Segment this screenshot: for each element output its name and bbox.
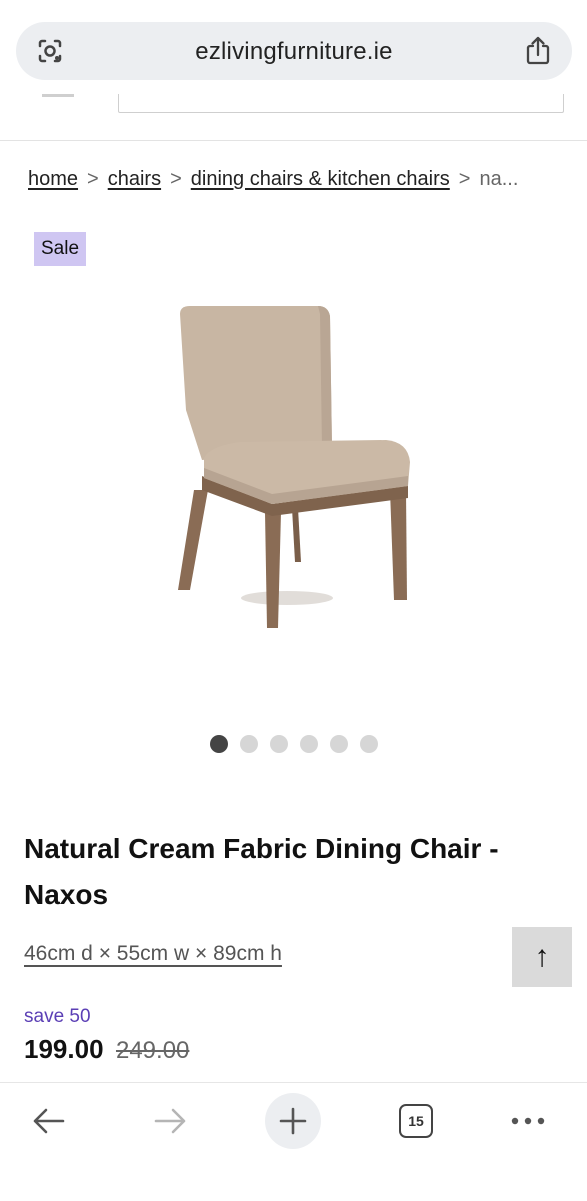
- breadcrumb: home > chairs > dining chairs & kitchen chai…: [28, 168, 573, 191]
- carousel-dot-1[interactable]: [210, 735, 228, 753]
- back-button[interactable]: [20, 1093, 76, 1149]
- carousel-dot-5[interactable]: [330, 735, 348, 753]
- tab-count: 15: [399, 1104, 433, 1138]
- current-price: 199.00: [24, 1034, 104, 1064]
- browser-bottom-toolbar: 15: [0, 1082, 587, 1201]
- header-divider: [0, 140, 587, 141]
- browser-top-bar: ezlivingfurniture.ie: [0, 0, 587, 96]
- site-search-box[interactable]: [118, 94, 564, 113]
- more-menu-button[interactable]: [500, 1093, 556, 1149]
- carousel-dot-3[interactable]: [270, 735, 288, 753]
- address-bar[interactable]: ezlivingfurniture.ie: [16, 22, 572, 80]
- back-to-top-button[interactable]: ↑: [512, 927, 572, 987]
- product-title: Natural Cream Fabric Dining Chair - Naxo…: [24, 833, 499, 910]
- image-carousel-dots: [210, 735, 378, 753]
- carousel-dot-4[interactable]: [300, 735, 318, 753]
- new-tab-button[interactable]: [265, 1093, 321, 1149]
- breadcrumb-separator: >: [458, 168, 471, 190]
- breadcrumb-chairs[interactable]: chairs: [108, 168, 161, 190]
- breadcrumb-separator: >: [170, 168, 182, 190]
- arrow-right-icon: [154, 1108, 186, 1134]
- menu-icon[interactable]: [42, 94, 74, 97]
- arrow-left-icon: [33, 1108, 65, 1134]
- product-dimensions-link[interactable]: 46cm d × 55cm w × 89cm h: [24, 942, 282, 966]
- share-icon[interactable]: [524, 35, 552, 67]
- save-amount: save 50: [24, 1006, 91, 1027]
- product-image[interactable]: [150, 290, 430, 640]
- url-text[interactable]: ezlivingfurniture.ie: [16, 38, 572, 66]
- forward-button[interactable]: [143, 1093, 199, 1149]
- breadcrumb-home[interactable]: home: [28, 168, 78, 190]
- sale-badge: Sale: [34, 232, 87, 266]
- breadcrumb-dining-chairs[interactable]: dining chairs & kitchen chairs: [191, 168, 450, 190]
- breadcrumb-current: na...: [479, 168, 519, 190]
- original-price: 249.00: [115, 1037, 190, 1064]
- carousel-dot-6[interactable]: [360, 735, 378, 753]
- plus-icon: [279, 1107, 307, 1135]
- breadcrumb-separator: >: [87, 168, 99, 190]
- tab-switcher-button[interactable]: 15: [388, 1093, 444, 1149]
- carousel-dot-2[interactable]: [240, 735, 258, 753]
- price-row: 199.00 249.00: [24, 1034, 189, 1065]
- more-dots-icon: [511, 1117, 545, 1125]
